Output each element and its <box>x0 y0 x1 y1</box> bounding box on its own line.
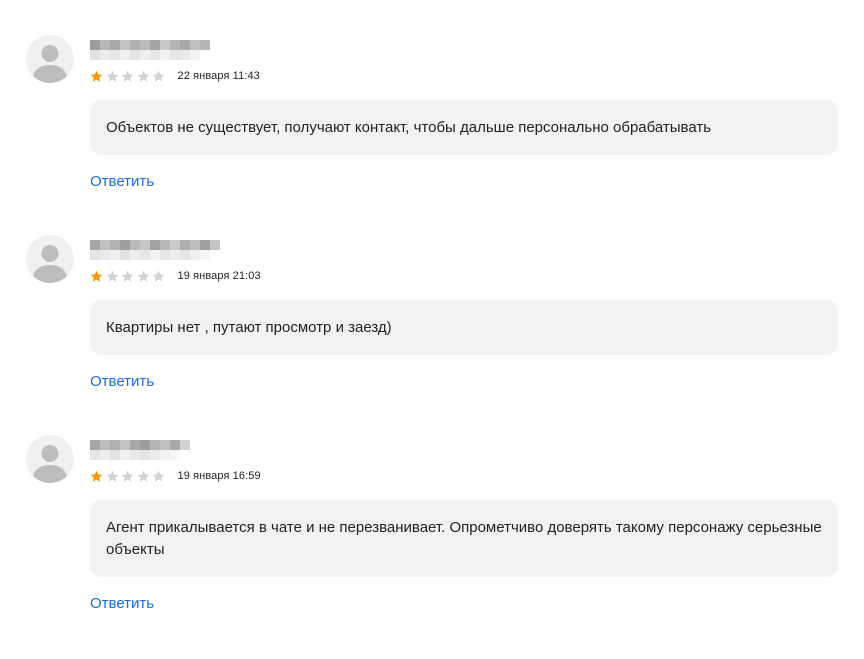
avatar[interactable] <box>26 235 74 283</box>
rating-stars <box>90 270 168 283</box>
author-name-blurred[interactable] <box>90 440 220 460</box>
avatar[interactable] <box>26 435 74 483</box>
rating-stars <box>90 470 168 483</box>
author-name <box>90 440 91 441</box>
review-meta: 19 января 21:03 <box>90 268 261 284</box>
user-silhouette-icon <box>32 45 68 83</box>
review-date: 22 января 11:43 <box>177 70 260 82</box>
user-silhouette-icon <box>32 245 68 283</box>
author-name-blurred[interactable] <box>90 40 220 60</box>
star-empty-icon <box>152 270 165 282</box>
star-filled-icon <box>90 70 103 82</box>
star-empty-icon <box>106 270 118 282</box>
review-date: 19 января 16:59 <box>177 470 261 482</box>
review-text: Объектов не существует, получают контакт… <box>90 100 838 155</box>
star-empty-icon <box>106 470 118 482</box>
reply-link[interactable]: Ответить <box>90 373 154 390</box>
rating-stars <box>90 70 168 83</box>
author-name <box>90 40 91 41</box>
star-empty-icon <box>121 270 134 282</box>
review-text: Агент прикалывается в чате и не перезван… <box>90 500 838 577</box>
reply-link[interactable]: Ответить <box>90 173 154 190</box>
review-date: 19 января 21:03 <box>177 270 261 282</box>
author-name-blurred[interactable] <box>90 240 220 260</box>
star-filled-icon <box>90 270 103 282</box>
review-meta: 19 января 16:59 <box>90 468 261 484</box>
star-empty-icon <box>106 70 118 82</box>
star-empty-icon <box>121 70 134 82</box>
star-empty-icon <box>137 70 149 82</box>
reviews-list: 22 января 11:43 Объектов не существует, … <box>0 0 864 659</box>
star-empty-icon <box>137 270 149 282</box>
author-name <box>90 240 91 241</box>
review-text: Квартиры нет , путают просмотр и заезд) <box>90 300 838 355</box>
star-empty-icon <box>137 470 149 482</box>
star-empty-icon <box>152 70 165 82</box>
star-empty-icon <box>121 470 134 482</box>
user-silhouette-icon <box>32 445 68 483</box>
avatar[interactable] <box>26 35 74 83</box>
star-empty-icon <box>152 470 165 482</box>
reply-link[interactable]: Ответить <box>90 595 154 612</box>
review-meta: 22 января 11:43 <box>90 68 260 84</box>
star-filled-icon <box>90 470 103 482</box>
